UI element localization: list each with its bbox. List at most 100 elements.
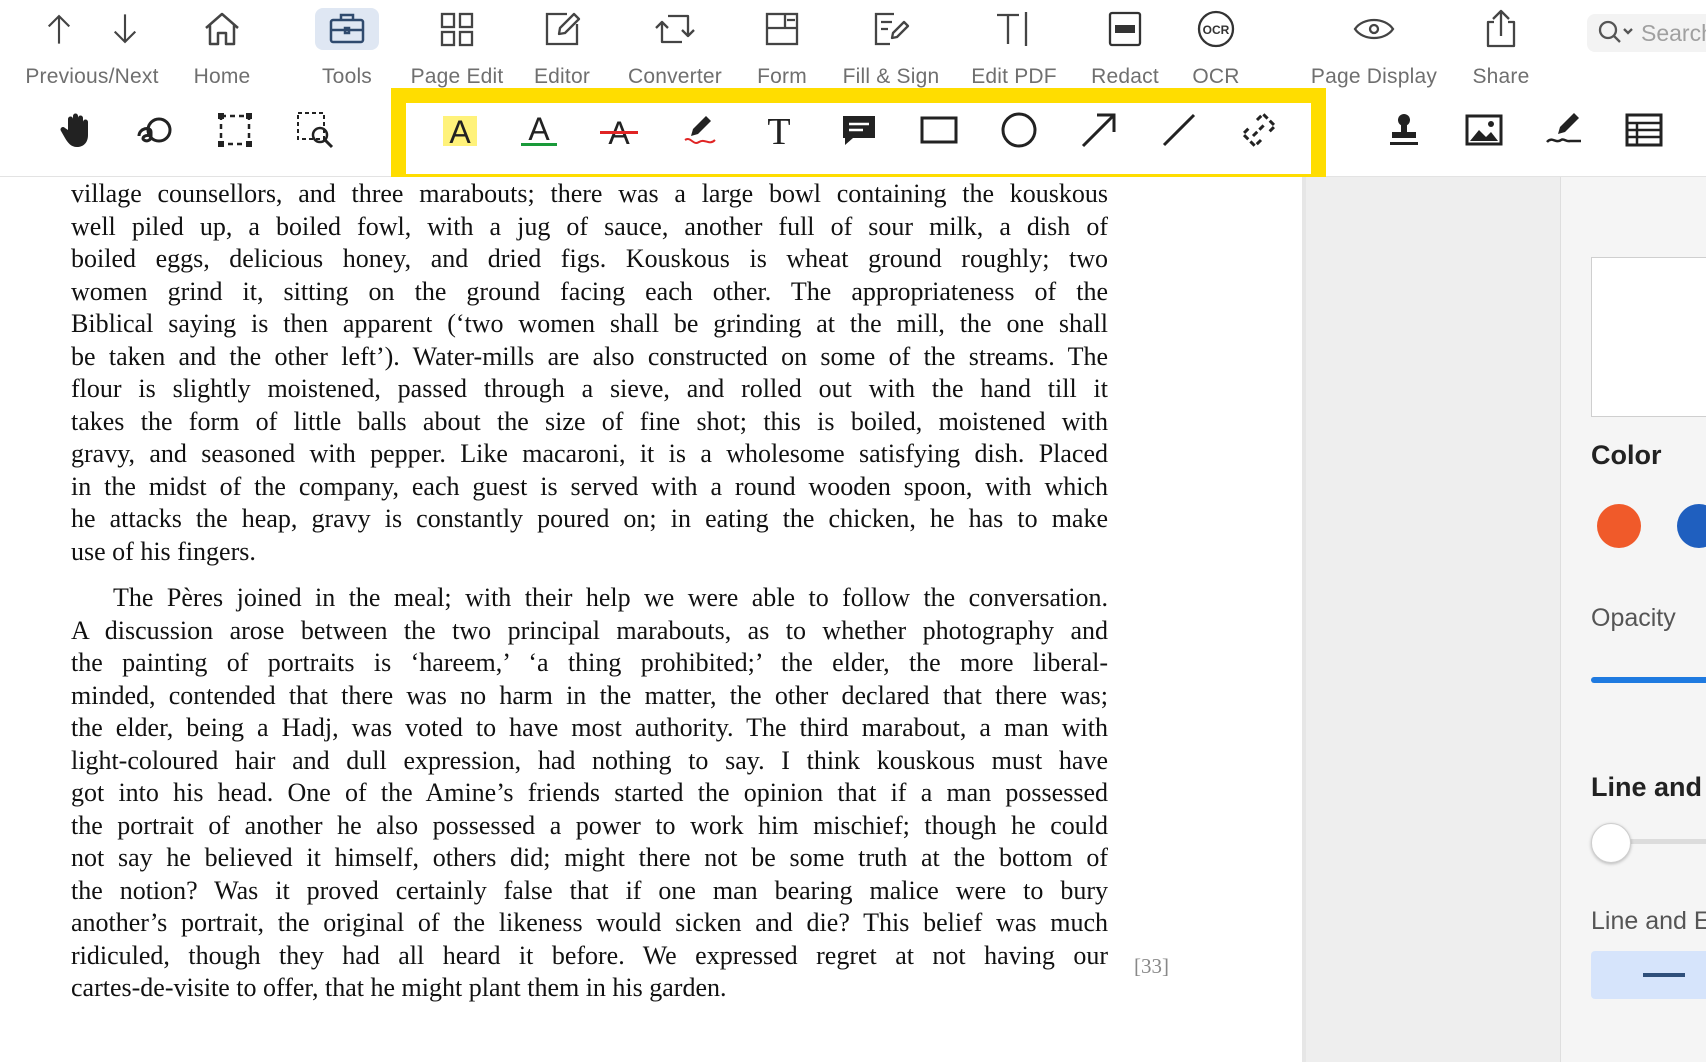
text-line: women grind it, sitting on the ground fa…	[71, 276, 1108, 306]
text-line: boiled eggs, delicious honey, and dried …	[71, 244, 1108, 273]
arrow-down-icon[interactable]	[107, 8, 143, 50]
hand-icon[interactable]	[52, 106, 100, 154]
text-select-icon[interactable]	[131, 106, 179, 154]
text-line: gravy, and seasoned with pepper. Like ma…	[71, 439, 1108, 468]
ocr-label: OCR	[1192, 65, 1240, 88]
table-icon[interactable]	[1620, 106, 1668, 154]
redact-button[interactable]: Redact	[1089, 0, 1161, 88]
page-edit-button[interactable]: Page Edit	[402, 0, 512, 88]
editor-button[interactable]: Editor	[530, 0, 594, 88]
search-box[interactable]	[1587, 14, 1706, 52]
opacity-slider[interactable]	[1591, 677, 1706, 683]
edit-pdf-button[interactable]: Edit PDF	[966, 0, 1062, 88]
pencil-square-icon	[530, 8, 594, 50]
color-swatch-orange[interactable]	[1597, 504, 1641, 548]
svg-text:A: A	[449, 114, 471, 150]
text-line: The Pères joined in the meal; with their…	[113, 583, 1108, 612]
line-icon[interactable]	[1155, 106, 1203, 154]
grid-icon	[425, 8, 489, 50]
fill-sign-icon	[859, 8, 923, 50]
text-line: got into his head. One of the Amine’s fr…	[71, 778, 1108, 807]
text-line: light-coloured hair and dull expression,…	[71, 745, 1108, 775]
text-line: the notion? Was it proved certainly fals…	[71, 875, 1108, 905]
svg-text:T: T	[767, 111, 790, 150]
freehand-pen-icon[interactable]	[675, 106, 723, 154]
line-width-slider-knob[interactable]	[1591, 823, 1631, 863]
comment-note-icon[interactable]	[835, 106, 883, 154]
area-zoom-icon[interactable]	[291, 106, 339, 154]
fill-sign-label: Fill & Sign	[842, 65, 940, 88]
share-icon	[1469, 8, 1533, 50]
properties-panel: Color Opacity Line and Line and E	[1560, 177, 1706, 1062]
opacity-label: Opacity	[1591, 604, 1676, 632]
paragraph-2: The Pères joined in the meal; with their…	[71, 582, 1108, 1005]
annotation-toolbar: A A A T	[0, 88, 1706, 189]
underline-icon[interactable]: A	[515, 106, 563, 154]
arrow-icon[interactable]	[1075, 106, 1123, 154]
fill-sign-button[interactable]: Fill & Sign	[836, 0, 946, 88]
text-line: another’s portrait, the original of the …	[71, 908, 1108, 937]
text-line: the painting of portraits is ‘hareem,’ ‘…	[71, 648, 1108, 677]
ellipse-icon[interactable]	[995, 106, 1043, 154]
page-display-label: Page Display	[1310, 65, 1438, 88]
text-box-icon[interactable]: T	[755, 106, 803, 154]
ocr-button[interactable]: OCR OCR	[1184, 0, 1248, 88]
converter-button[interactable]: Converter	[623, 0, 727, 88]
text-line: flour is slightly moistened, passed thro…	[71, 374, 1108, 403]
color-swatch-blue[interactable]	[1677, 504, 1706, 548]
home-button[interactable]: Home	[190, 0, 254, 88]
text-line: takes the form of little balls about the…	[71, 406, 1108, 436]
signature-icon[interactable]	[1540, 106, 1588, 154]
previous-next-label: Previous/Next	[25, 65, 159, 88]
text-line: use of his fingers.	[71, 536, 256, 566]
editor-label: Editor	[533, 65, 591, 88]
page-display-button[interactable]: Page Display	[1306, 0, 1442, 88]
paragraph-1: village counsellors, and three marabouts…	[71, 178, 1108, 568]
text-cursor-icon	[982, 8, 1046, 50]
highlight-icon[interactable]: A	[436, 106, 484, 154]
tools-button[interactable]: Tools	[315, 0, 379, 88]
share-label: Share	[1472, 65, 1530, 88]
page-edit-label: Page Edit	[410, 65, 504, 88]
image-icon[interactable]	[1460, 106, 1508, 154]
page-gutter	[1306, 177, 1560, 1062]
text-line: the portrait of another he also possesse…	[71, 810, 1108, 840]
text-line: not say he believed it himself, others d…	[71, 843, 1108, 872]
tools-label: Tools	[321, 65, 373, 88]
svg-text:A: A	[528, 111, 550, 147]
redact-icon	[1093, 8, 1157, 50]
line-title: Line and	[1591, 772, 1703, 802]
convert-icon	[643, 8, 707, 50]
redact-label: Redact	[1091, 65, 1159, 88]
marquee-select-icon[interactable]	[211, 106, 259, 154]
home-label: Home	[193, 65, 251, 88]
home-icon	[190, 8, 254, 50]
text-line: be taken and the other left’). Water-mil…	[71, 341, 1108, 371]
rectangle-icon[interactable]	[915, 106, 963, 154]
text-line: minded, contended that there was no harm…	[71, 680, 1108, 710]
main-toolbar: Previous/Next Home Tools Page Edit Edito…	[0, 0, 1706, 88]
text-line: A discussion arose between the two princ…	[71, 615, 1108, 645]
toolbox-icon	[315, 8, 379, 50]
color-title: Color	[1591, 440, 1662, 470]
converter-label: Converter	[627, 65, 722, 88]
stamp-icon[interactable]	[1380, 106, 1428, 154]
text-line: the elder, being a Hadj, was voted to ha…	[71, 713, 1108, 742]
ocr-icon: OCR	[1184, 8, 1248, 50]
form-icon	[750, 8, 814, 50]
document-page: village counsellors, and three marabouts…	[0, 177, 1302, 1062]
search-input[interactable]	[1635, 19, 1706, 47]
arrow-up-icon[interactable]	[41, 8, 77, 50]
text-line: he attacks the heap, gravy is constantly…	[71, 504, 1108, 533]
line-style-button[interactable]	[1591, 951, 1706, 999]
eye-icon	[1342, 8, 1406, 50]
text-line: cartes-de-visite to offer, that he might…	[71, 973, 727, 1002]
previous-next-button[interactable]: Previous/Next	[17, 0, 167, 88]
share-button[interactable]: Share	[1469, 0, 1533, 88]
strikethrough-icon[interactable]: A	[595, 106, 643, 154]
link-icon[interactable]	[1235, 106, 1283, 154]
text-line: in the midst of the company, each guest …	[71, 471, 1108, 501]
form-button[interactable]: Form	[750, 0, 814, 88]
text-line: Biblical saying is then apparent (‘two w…	[71, 309, 1108, 338]
text-line: ridiculed, though they had all heard it …	[71, 940, 1108, 970]
